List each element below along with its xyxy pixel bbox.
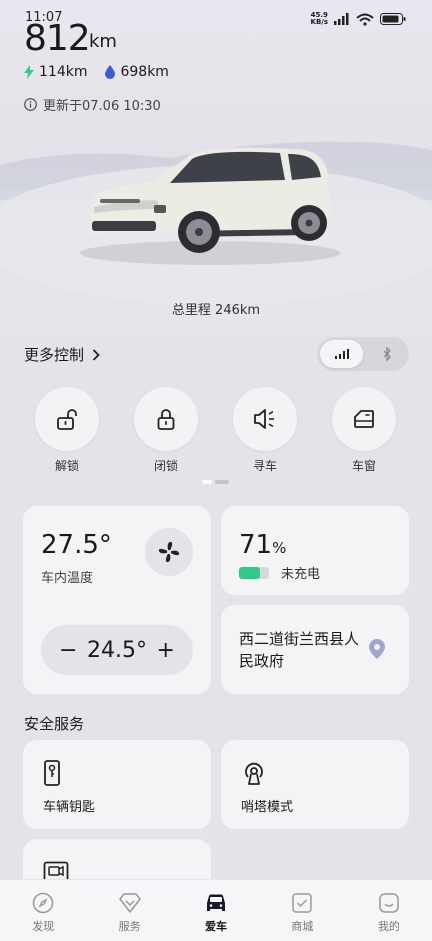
battery-status-icon (380, 13, 406, 25)
bluetooth-option[interactable] (366, 340, 409, 368)
fan-icon (158, 541, 180, 563)
connection-toggle[interactable] (317, 337, 409, 371)
battery-level-unit: % (272, 539, 287, 557)
bluetooth-icon (383, 347, 391, 361)
shop-icon (292, 893, 313, 913)
find-car-label: 寻车 (252, 459, 277, 473)
battery-card[interactable]: 71% 未充电 (221, 506, 409, 595)
unlock-control[interactable]: 解锁 (35, 387, 99, 474)
window-icon (354, 410, 374, 428)
window-button[interactable] (332, 387, 396, 451)
hero-section: 11:07 45.9 KB/s 812 km 114km 698km 更新于07… (0, 0, 432, 335)
page-indicator (202, 480, 229, 484)
horn-icon (254, 409, 274, 429)
safety-services-title: 安全服务 (24, 715, 85, 733)
battery-level-value: 71 (239, 530, 273, 560)
lock-label: 闭锁 (153, 459, 178, 473)
nav-my-car-label: 爱车 (205, 920, 228, 933)
lock-button[interactable] (134, 387, 198, 451)
nav-discover-label: 发现 (32, 920, 55, 933)
update-time: 更新于07.06 10:30 (24, 95, 161, 114)
lock-icon (157, 409, 175, 430)
nav-my-car[interactable]: 爱车 (173, 880, 259, 941)
location-address: 西二道街兰西县人民政府 (239, 630, 360, 670)
electric-range: 114km (24, 64, 87, 80)
car-image (80, 147, 340, 265)
cellular-option[interactable] (320, 340, 363, 368)
compass-icon (32, 892, 54, 914)
setpoint-value: 24.5° (87, 637, 147, 663)
unlock-button[interactable] (35, 387, 99, 451)
page-dot-active (202, 480, 212, 484)
find-car-button[interactable] (233, 387, 297, 451)
net-speed: 45.9 KB/s (311, 12, 328, 26)
electric-range-value: 114km (39, 64, 88, 80)
profile-icon (379, 893, 399, 913)
nav-service-label: 服务 (118, 920, 141, 933)
sentry-icon (245, 762, 263, 785)
climate-card[interactable]: 27.5° 车内温度 − 24.5° + (23, 506, 211, 694)
temperature-setpoint: − 24.5° + (41, 625, 193, 675)
battery-bar-fill (239, 566, 261, 579)
info-icon (24, 98, 37, 111)
status-icons: 45.9 KB/s (311, 12, 406, 26)
cabin-temp-value: 27.5° (41, 530, 112, 560)
nav-service[interactable]: 服务 (86, 880, 172, 941)
sentry-mode-card[interactable]: 哨塔模式 (221, 740, 409, 829)
nav-profile[interactable]: 我的 (346, 880, 432, 941)
window-control[interactable]: 车窗 (332, 387, 396, 474)
more-controls-link[interactable]: 更多控制 (24, 344, 100, 365)
car-icon (207, 894, 226, 911)
find-car-control[interactable]: 寻车 (233, 387, 297, 474)
battery-status-row: 未充电 (239, 563, 320, 582)
charging-status: 未充电 (281, 567, 321, 582)
range-unit: km (89, 31, 117, 52)
fuel-range-value: 698km (120, 64, 169, 80)
net-speed-unit: KB/s (310, 18, 328, 26)
car-key-icon (44, 760, 60, 786)
car-key-label: 车辆钥匙 (43, 800, 96, 815)
battery-level: 71% (239, 530, 286, 560)
chevron-right-icon (92, 348, 100, 361)
range-value: 812 (24, 18, 91, 59)
car-key-card[interactable]: 车辆钥匙 (23, 740, 211, 829)
total-mileage: 总里程 246km (171, 303, 261, 318)
signal-icon (334, 13, 349, 25)
sentry-mode-label: 哨塔模式 (241, 800, 294, 815)
window-label: 车窗 (351, 459, 376, 473)
fuel-range: 698km (105, 64, 169, 80)
cabin-temp-label: 车内温度 (41, 571, 94, 586)
location-pin-icon (369, 639, 385, 659)
location-card[interactable]: 西二道街兰西县人民政府 (221, 605, 409, 694)
nav-shop[interactable]: 商城 (259, 880, 345, 941)
unlock-label: 解锁 (54, 459, 79, 473)
battery-bar (239, 566, 269, 579)
unlock-icon (57, 409, 77, 430)
lightning-icon (24, 65, 34, 79)
lock-control[interactable]: 闭锁 (134, 387, 198, 474)
bottom-navigation: 发现 服务 爱车 商城 我的 (0, 879, 432, 941)
increase-temp-button[interactable]: + (157, 638, 175, 663)
quick-controls: 解锁 闭锁 寻车 车窗 (0, 387, 432, 477)
decrease-temp-button[interactable]: − (59, 638, 77, 663)
fan-button[interactable] (145, 528, 193, 576)
cellular-signal-icon (334, 349, 349, 359)
nav-profile-label: 我的 (377, 920, 400, 933)
sub-ranges: 114km 698km (24, 64, 169, 80)
page-dot (215, 480, 229, 484)
nav-shop-label: 商城 (291, 920, 314, 933)
wifi-icon (356, 13, 374, 26)
service-icon (118, 893, 141, 913)
nav-discover[interactable]: 发现 (0, 880, 86, 941)
more-controls-label: 更多控制 (24, 346, 85, 364)
update-text: 更新于07.06 10:30 (43, 99, 161, 114)
fuel-drop-icon (105, 65, 116, 79)
